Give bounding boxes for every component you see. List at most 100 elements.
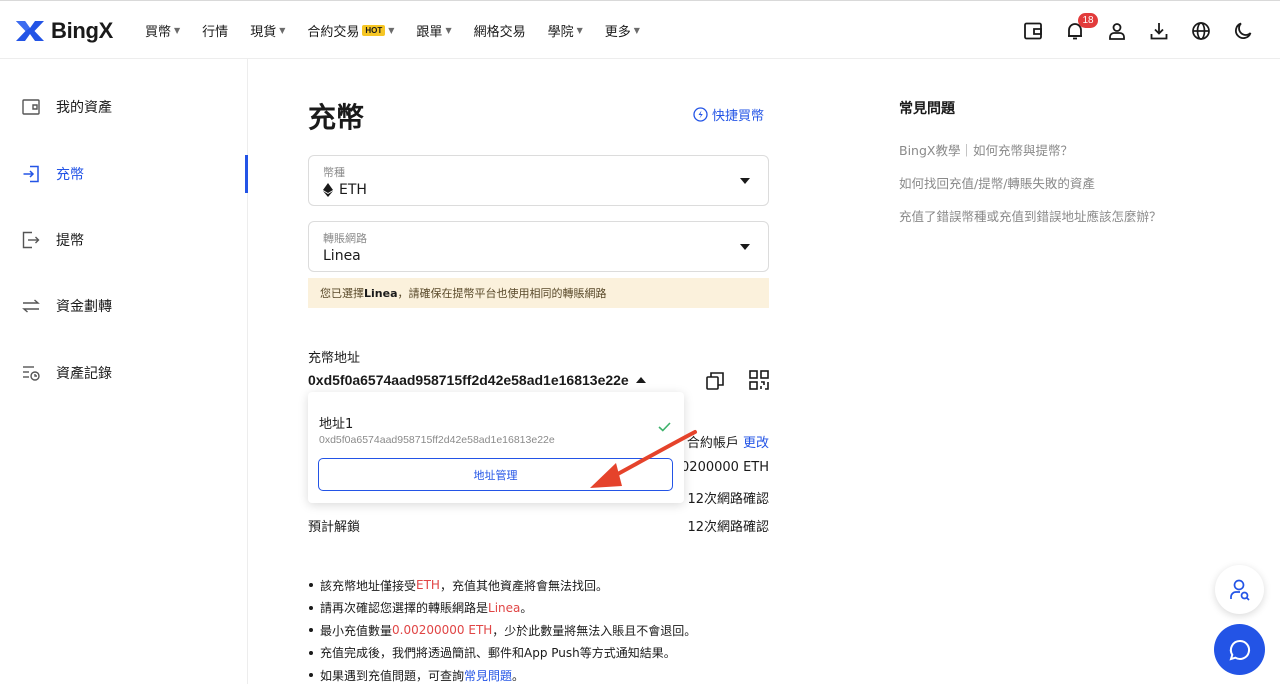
deposit-account-value: 合約帳戶 更改	[687, 432, 769, 451]
moon-icon[interactable]	[1222, 10, 1264, 52]
check-icon	[658, 422, 671, 432]
tip-item: 最小充值數量 0.00200000 ETH ，少於此數量將無法入賬且不會退回。	[308, 619, 696, 642]
unlock-label: 預計解鎖	[308, 520, 361, 535]
address-option-title[interactable]: 地址1	[319, 413, 353, 432]
deposit-address-selector[interactable]: 0xd5f0a6574aad958715ff2d42e58ad1e16813e2…	[308, 372, 646, 388]
tip-item: 該充幣地址僅接受 ETH ，充值其他資產將會無法找回。	[308, 574, 696, 597]
nav-label: 更多	[604, 25, 631, 40]
wallet-icon	[20, 96, 42, 118]
sidebar-item-label: 資產記錄	[56, 366, 112, 382]
brand-name: BingX	[51, 18, 114, 43]
tip-item: 充值完成後，我們將透過簡訊、郵件和App Push等方式通知結果。	[308, 642, 696, 665]
copy-icon[interactable]	[704, 370, 726, 392]
coin-select[interactable]: 幣種 ETH	[308, 155, 769, 206]
sidebar: 我的資產 充幣 提幣 資金劃轉 資產記錄	[0, 59, 248, 684]
wallet-icon[interactable]	[1012, 10, 1054, 52]
faq-item[interactable]: 如何找回充值/提幣/轉賬失敗的資產	[899, 173, 1095, 192]
address-dropdown: 地址1 0xd5f0a6574aad958715ff2d42e58ad1e168…	[308, 392, 684, 503]
coin-select-value: ETH	[339, 182, 367, 198]
nav-label: 行情	[202, 25, 229, 40]
credited-confirmations-value: 12次網路確認	[687, 492, 769, 507]
coin-select-caption: 幣種	[323, 166, 345, 179]
address-option-value[interactable]: 0xd5f0a6574aad958715ff2d42e58ad1e16813e2…	[319, 434, 555, 446]
unlock-confirmations-row: 預計解鎖 12次網路確認	[308, 516, 769, 536]
nav-futures[interactable]: 合約交易 HOT ▼	[307, 1, 394, 60]
withdraw-icon	[20, 229, 42, 251]
coin-select-value-row: ETH	[323, 182, 754, 198]
chevron-down-icon: ▼	[174, 26, 181, 35]
network-notice: 您已選擇 Linea ，請確保在提幣平台也使用相同的轉賬網路	[308, 278, 769, 308]
page-title: 充幣	[308, 101, 365, 134]
main-nav: 買幣 ▼ 行情 現貨 ▼ 合約交易 HOT ▼ 跟單 ▼ 網格交易 學院 ▼ 更多 ▼	[145, 1, 662, 60]
nav-spot[interactable]: 現貨 ▼	[250, 1, 285, 60]
nav-more[interactable]: 更多 ▼	[605, 1, 640, 60]
sidebar-item-label: 資金劃轉	[56, 299, 112, 315]
chevron-down-icon: ▼	[445, 26, 452, 35]
deposit-tips: 該充幣地址僅接受 ETH ，充值其他資產將會無法找回。 請再次確認您選擇的轉賬網路是…	[308, 574, 696, 684]
deposit-icon	[20, 163, 42, 185]
min-deposit-value: 00200000 ETH	[672, 460, 769, 475]
nav-grid-trading[interactable]: 網格交易	[474, 1, 526, 60]
nav-label: 跟單	[416, 25, 443, 40]
deposit-address-label: 充幣地址	[308, 351, 361, 366]
nav-label: 買幣	[145, 25, 172, 40]
nav-label: 學院	[547, 25, 574, 40]
notice-prefix: 您已選擇	[320, 287, 364, 300]
chevron-down-icon	[740, 244, 750, 250]
change-account-link[interactable]: 更改	[743, 436, 769, 451]
sidebar-item-records[interactable]: 資產記錄	[0, 354, 248, 392]
sidebar-item-transfer[interactable]: 資金劃轉	[0, 287, 248, 325]
sidebar-item-my-assets[interactable]: 我的資產	[0, 88, 248, 126]
tip-item: 如果遇到充值問題，可查詢 常見問題。	[308, 664, 696, 684]
support-button[interactable]	[1215, 565, 1264, 614]
hot-badge: HOT	[362, 25, 386, 36]
nav-academy[interactable]: 學院 ▼	[548, 1, 583, 60]
quick-buy-label: 快捷買幣	[712, 109, 765, 124]
chat-bubble-icon	[1228, 639, 1250, 660]
notice-network: Linea	[364, 286, 398, 300]
user-icon[interactable]	[1096, 10, 1138, 52]
chevron-down-icon: ▼	[633, 26, 640, 35]
ethereum-icon	[323, 183, 333, 197]
faq-item[interactable]: BingX教學｜如何充幣與提幣？	[899, 140, 1073, 159]
download-icon[interactable]	[1138, 10, 1180, 52]
nav-buy-crypto[interactable]: 買幣 ▼	[145, 1, 180, 60]
chat-button[interactable]	[1214, 624, 1265, 675]
sidebar-item-withdraw[interactable]: 提幣	[0, 221, 248, 259]
notification-badge: 18	[1078, 12, 1098, 28]
qr-code-icon[interactable]	[748, 369, 770, 391]
chevron-up-icon	[635, 377, 646, 383]
sidebar-item-deposit[interactable]: 充幣	[0, 155, 248, 193]
lightning-icon	[693, 107, 708, 122]
tip-item: 請再次確認您選擇的轉賬網路是 Linea。	[308, 597, 696, 620]
nav-copy-trading[interactable]: 跟單 ▼	[416, 1, 451, 60]
top-navigation-bar: BingX 買幣 ▼ 行情 現貨 ▼ 合約交易 HOT ▼ 跟單 ▼ 網格交易 學院 ▼ 更…	[0, 0, 1280, 59]
faq-title: 常見問題	[899, 101, 955, 117]
faq-link[interactable]: 常見問題	[464, 667, 512, 684]
nav-label: 現貨	[250, 25, 277, 40]
sidebar-item-label: 提幣	[56, 233, 84, 249]
network-select-value: Linea	[323, 248, 361, 264]
network-select-caption: 轉賬網路	[323, 232, 367, 245]
nav-markets[interactable]: 行情	[202, 1, 228, 60]
nav-label: 網格交易	[473, 25, 526, 40]
deposit-account-text: 合約帳戶	[686, 436, 739, 451]
bell-icon[interactable]: 18	[1054, 10, 1098, 52]
network-select[interactable]: 轉賬網路 Linea	[308, 221, 769, 272]
nav-label: 合約交易	[307, 25, 360, 40]
chevron-down-icon	[740, 178, 750, 184]
bingx-logo-icon	[16, 21, 44, 41]
faq-item[interactable]: 充值了錯誤幣種或充值到錯誤地址應該怎麼辦？	[899, 206, 1162, 225]
top-icon-group: 18	[1012, 1, 1264, 60]
globe-icon[interactable]	[1180, 10, 1222, 52]
records-icon	[20, 362, 42, 384]
bingx-logo[interactable]: BingX	[14, 18, 113, 44]
chevron-down-icon: ▼	[279, 26, 286, 35]
notice-suffix: ，請確保在提幣平台也使用相同的轉賬網路	[397, 287, 607, 300]
sidebar-item-label: 我的資產	[56, 100, 112, 116]
transfer-icon	[20, 295, 42, 317]
unlock-value: 12次網路確認	[687, 520, 769, 535]
quick-buy-link[interactable]: 快捷買幣	[693, 105, 764, 124]
chevron-down-icon: ▼	[576, 26, 583, 35]
address-manage-button[interactable]: 地址管理	[318, 458, 673, 491]
